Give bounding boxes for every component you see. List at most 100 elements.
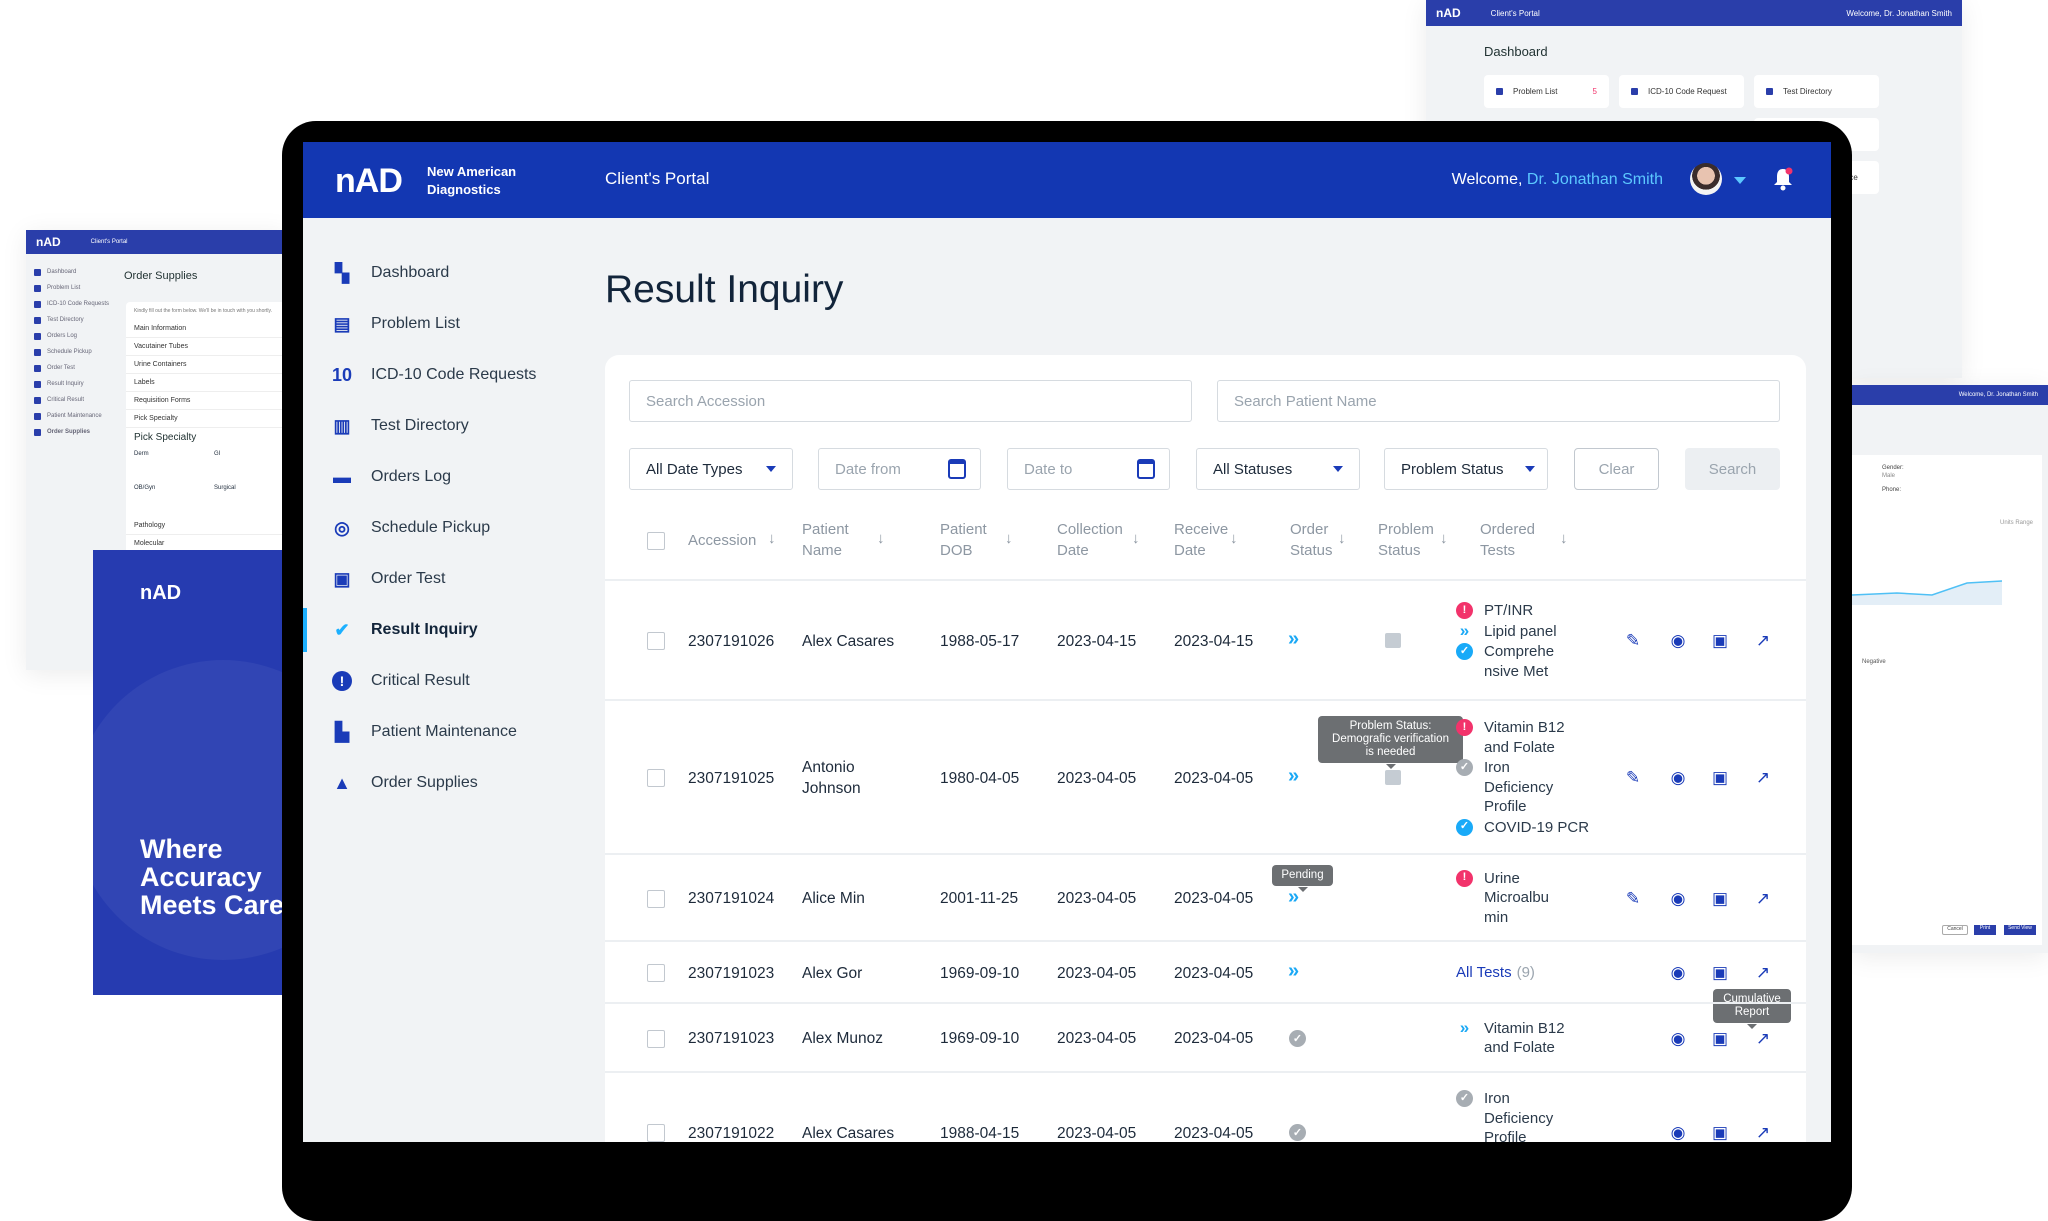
cancel-button[interactable]: Cancel [1942, 925, 1968, 935]
select-all-checkbox[interactable] [647, 532, 665, 550]
sort-arrow-icon[interactable]: ↓ [1230, 530, 1238, 547]
cell-accession[interactable]: 2307191023 [688, 1028, 774, 1049]
row-checkbox[interactable] [647, 769, 665, 787]
search-patient-input[interactable]: Search Patient Name [1217, 380, 1780, 422]
search-button[interactable]: Search [1685, 448, 1780, 490]
sort-arrow-icon[interactable]: ↓ [1338, 530, 1346, 547]
clear-button[interactable]: Clear [1574, 448, 1659, 490]
trend-icon[interactable]: ↗ [1753, 768, 1773, 788]
cell-accession[interactable]: 2307191022 [688, 1123, 774, 1143]
pdf-icon[interactable]: ▣ [1710, 889, 1730, 909]
order-status-in-progress-icon[interactable]: » [1288, 886, 1299, 909]
eye-icon[interactable]: ◉ [1668, 1123, 1688, 1142]
column-header[interactable]: Problem Status [1378, 519, 1434, 561]
date-from-input[interactable]: Date from [818, 448, 981, 490]
user-name[interactable]: Dr. Jonathan Smith [1527, 171, 1663, 188]
column-header[interactable]: Receive Date [1174, 519, 1228, 561]
ordered-test[interactable]: ! Urine Microalbu min [1456, 869, 1549, 928]
mockup-logo: nAD [1436, 6, 1461, 20]
sidebar-item-dashboard[interactable]: ▚ Dashboard [303, 253, 533, 293]
ordered-test[interactable]: ✓ Iron Deficiency Profile [1456, 758, 1589, 817]
eye-icon[interactable]: ◉ [1668, 631, 1688, 651]
ordered-test[interactable]: ! Vitamin B12 and Folate [1456, 718, 1589, 757]
sidebar-item-order-test[interactable]: ▣ Order Test [303, 559, 533, 599]
sidebar-item-critical-result[interactable]: ! Critical Result [303, 661, 533, 701]
column-header[interactable]: Accession [688, 530, 756, 551]
ordered-test[interactable]: ! PT/INR [1456, 601, 1557, 621]
sort-arrow-icon[interactable]: ↓ [1560, 530, 1568, 547]
eye-icon[interactable]: ◉ [1668, 1029, 1688, 1049]
chevron-down-icon[interactable] [1734, 177, 1746, 190]
sidebar-item-schedule-pickup[interactable]: ◎ Schedule Pickup [303, 508, 533, 548]
sort-arrow-icon[interactable]: ↓ [1132, 530, 1140, 547]
ordered-test[interactable]: » Vitamin B12 and Folate [1456, 1018, 1565, 1058]
ordered-test[interactable]: ✓ COVID-19 PCR [1456, 818, 1589, 838]
eye-icon[interactable]: ◉ [1668, 889, 1688, 909]
pdf-icon[interactable]: ▣ [1710, 1123, 1730, 1142]
nav-icon [34, 348, 41, 356]
ordered-test[interactable]: » Lipid panel [1456, 621, 1557, 642]
order-status-completed-icon[interactable]: ✓ [1289, 1029, 1306, 1047]
pdf-icon[interactable]: ▣ [1710, 768, 1730, 788]
sort-arrow-icon[interactable]: ↓ [768, 530, 776, 547]
nad-logo[interactable]: nAD [335, 162, 403, 201]
pdf-icon[interactable]: ▣ [1710, 631, 1730, 651]
print-button[interactable]: Print [1974, 925, 1996, 935]
order-status-in-progress-icon[interactable]: » [1288, 765, 1299, 788]
avatar[interactable] [1690, 163, 1722, 195]
all-tests-link[interactable]: All Tests [1456, 964, 1512, 981]
trend-icon[interactable]: ↗ [1753, 963, 1773, 983]
order-status-in-progress-icon[interactable]: » [1288, 960, 1299, 983]
column-header[interactable]: Patient Name [802, 519, 849, 561]
sort-arrow-icon[interactable]: ↓ [1440, 530, 1448, 547]
sidebar-item-test-directory[interactable]: ▥ Test Directory [303, 406, 533, 446]
row-checkbox[interactable] [647, 889, 665, 908]
mockup-section: Main Information [126, 320, 288, 338]
pdf-icon[interactable]: ▣ [1710, 1029, 1730, 1049]
row-checkbox[interactable] [647, 632, 665, 650]
column-header[interactable]: Collection Date [1057, 519, 1123, 561]
sidebar-item-orders-log[interactable]: ▬ Orders Log [303, 457, 533, 497]
sidebar-item-icd-10-code-requests[interactable]: 10 ICD-10 Code Requests [303, 355, 536, 395]
date-to-input[interactable]: Date to [1007, 448, 1170, 490]
sidebar-item-patient-maintenance[interactable]: ▙ Patient Maintenance [303, 712, 533, 752]
eye-icon[interactable]: ◉ [1668, 768, 1688, 788]
row-checkbox[interactable] [647, 964, 665, 982]
sidebar-item-result-inquiry[interactable]: ✔ Result Inquiry [303, 608, 533, 652]
eye-icon[interactable]: ◉ [1668, 963, 1688, 983]
row-checkbox[interactable] [647, 1029, 665, 1048]
trend-icon[interactable]: ↗ [1753, 1123, 1773, 1142]
edit-icon[interactable]: ✎ [1623, 768, 1643, 788]
edit-icon[interactable]: ✎ [1623, 631, 1643, 651]
cell-accession[interactable]: 2307191025 [688, 768, 774, 789]
order-status-completed-icon[interactable]: ✓ [1289, 1124, 1306, 1141]
problem-status-flag-icon[interactable] [1385, 770, 1401, 785]
sidebar-item-problem-list[interactable]: ▤ Problem List [303, 304, 533, 344]
search-accession-input[interactable]: Search Accession [629, 380, 1192, 422]
column-header[interactable]: Order Status [1290, 519, 1333, 561]
trend-icon[interactable]: ↗ [1753, 631, 1773, 651]
pdf-icon[interactable]: ▣ [1710, 963, 1730, 983]
sort-arrow-icon[interactable]: ↓ [877, 530, 885, 547]
edit-icon[interactable]: ✎ [1623, 889, 1643, 909]
ordered-test[interactable]: ✓ Iron Deficiency Profile [1456, 1089, 1553, 1142]
ordered-test[interactable]: ✓ Comprehe nsive Met [1456, 642, 1557, 681]
problem-status-flag-icon[interactable] [1385, 633, 1401, 648]
trend-icon[interactable]: ↗ [1753, 1029, 1773, 1049]
date-type-select[interactable]: All Date Types [629, 448, 793, 490]
cell-accession[interactable]: 2307191024 [688, 888, 774, 909]
bell-icon[interactable] [1773, 167, 1793, 191]
trend-icon[interactable]: ↗ [1753, 889, 1773, 909]
cell-accession[interactable]: 2307191026 [688, 631, 774, 652]
cell-accession[interactable]: 2307191023 [688, 963, 774, 984]
order-status-in-progress-icon[interactable]: » [1288, 628, 1299, 651]
column-header[interactable]: Patient DOB [940, 519, 987, 561]
mockup-card-problem-list: Problem List 5 [1484, 75, 1609, 108]
sort-arrow-icon[interactable]: ↓ [1005, 530, 1013, 547]
problem-status-select[interactable]: Problem Status [1384, 448, 1548, 490]
status-select[interactable]: All Statuses [1196, 448, 1360, 490]
row-checkbox[interactable] [647, 1124, 665, 1142]
sidebar-item-order-supplies[interactable]: ▲ Order Supplies [303, 763, 533, 803]
column-header[interactable]: Ordered Tests [1480, 519, 1535, 561]
send-button[interactable]: Send View [2004, 925, 2036, 935]
